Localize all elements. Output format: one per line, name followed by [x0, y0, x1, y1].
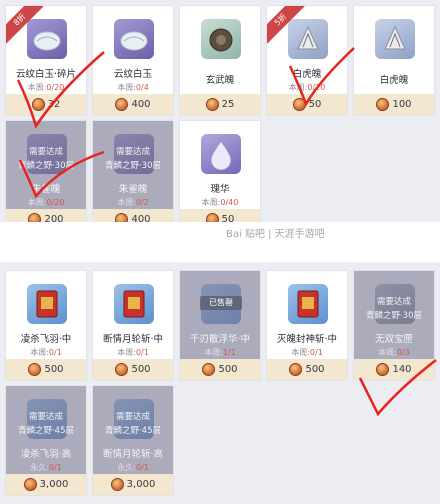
purchase-limit: 本周:0/20 [27, 83, 65, 92]
purchase-limit: 本周:1/1 [204, 348, 236, 357]
purchase-limit: 永久:0/1 [117, 463, 149, 472]
purchase-limit: 本周:0/2 [117, 198, 149, 207]
shop-item-card-locked[interactable]: 需要达成 青麟之野·30层 朱雀魄 本周:0/2 400 [92, 120, 174, 231]
coin-icon [376, 363, 390, 376]
price-value: 500 [44, 364, 64, 375]
price-value: 32 [47, 99, 61, 110]
item-name: 朱雀魄 [118, 184, 148, 195]
shop-item-card-sold-out[interactable]: 已售罄 千刃散浮华·中 本周:1/1 500 [179, 270, 261, 381]
watermark: Bai 贴吧 | 天涯手游吧 [226, 229, 325, 240]
item-name: 白虎魄 [379, 75, 409, 86]
shop-item-card[interactable]: 8折 云纹白玉·碎片 本周:0/20 32 [5, 5, 87, 116]
shop-item-card[interactable]: 凌杀飞羽·中 本周:0/1 500 [5, 270, 87, 381]
purchase-limit: 本周:0/40 [201, 198, 239, 207]
shop-item-card[interactable]: 白虎魄 100 [353, 5, 435, 116]
item-name: 千刃散浮华·中 [189, 334, 251, 345]
purchase-limit: 本周:0/1 [30, 348, 62, 357]
purchase-limit: 永久:0/1 [30, 463, 62, 472]
price-bar: 32 [6, 94, 86, 115]
purchase-limit: 本周:0/3 [378, 348, 410, 357]
unlock-requirement: 需要达成 青麟之野·45层 [104, 412, 162, 436]
shop-item-card[interactable]: 灭魄封神斩·中 本周:0/1 500 [266, 270, 348, 381]
coin-icon [31, 98, 45, 111]
item-name: 玄武魄 [205, 75, 235, 86]
shop-item-card[interactable]: 云纹白玉 本周:0/4 400 [92, 5, 174, 116]
shop-item-card-locked[interactable]: 需要达成 青麟之野·45层 凌杀飞羽·高 永久:0/1 3,000 [5, 385, 87, 496]
price-value: 400 [131, 99, 151, 110]
tiger-soul-icon [375, 19, 415, 59]
item-name: 云纹白玉 [113, 69, 152, 80]
price-value: 500 [218, 364, 238, 375]
item-name: 断情月轮斩·中 [102, 334, 164, 345]
item-name: 朱雀魄 [31, 184, 61, 195]
price-value: 25 [221, 99, 235, 110]
sold-out-overlay [180, 271, 260, 359]
shop-item-card[interactable]: 断情月轮斩·中 本周:0/1 500 [92, 270, 174, 381]
coin-icon [28, 363, 42, 376]
price-bar: 400 [93, 94, 173, 115]
item-name: 凌杀飞羽·高 [20, 449, 72, 460]
item-name: 凌杀飞羽·中 [20, 334, 72, 345]
tortoise-soul-icon [201, 19, 241, 59]
unlock-requirement: 需要达成 青麟之野·30层 [17, 147, 75, 171]
coin-icon [23, 478, 37, 491]
unlock-requirement: 需要达成 青麟之野·30层 [365, 297, 423, 321]
price-value: 140 [392, 364, 412, 375]
jade-shard-icon [27, 19, 67, 59]
purchase-limit: 本周:0/1 [291, 348, 323, 357]
droplet-icon [201, 134, 241, 174]
purchase-limit: 本周:0/20 [288, 83, 326, 92]
purchase-limit: 本周:0/4 [117, 83, 149, 92]
book-icon [288, 284, 328, 324]
item-name: 断情月轮斩·高 [102, 449, 164, 460]
price-value: 500 [305, 364, 325, 375]
price-value: 50 [308, 99, 322, 110]
item-name: 云纹白玉·碎片 [15, 69, 77, 80]
shop-item-card[interactable]: 5折 白虎魄 本周:0/20 50 [266, 5, 348, 116]
unlock-requirement: 需要达成 青麟之野·30层 [104, 147, 162, 171]
price-bar: 140 [354, 359, 434, 380]
sold-out-tag: 已售罄 [200, 296, 242, 310]
shop-item-card-locked[interactable]: 需要达成 青麟之野·30层 朱雀魄 本周:0/20 200 [5, 120, 87, 231]
unlock-requirement: 需要达成 青麟之野·45层 [17, 412, 75, 436]
price-bar: 3,000 [6, 474, 86, 495]
coin-icon [115, 363, 129, 376]
shop-item-card[interactable]: 瑰华 本周:0/40 50 [179, 120, 261, 231]
price-value: 100 [392, 99, 412, 110]
price-bar: 500 [180, 359, 260, 380]
book-icon [114, 284, 154, 324]
price-bar: 3,000 [93, 474, 173, 495]
item-name: 白虎魄 [292, 69, 322, 80]
coin-icon [292, 98, 306, 111]
price-value: 3,000 [39, 479, 69, 490]
price-bar: 500 [93, 359, 173, 380]
item-name: 瑰华 [210, 184, 230, 195]
coin-icon [205, 98, 219, 111]
price-value: 500 [131, 364, 151, 375]
price-bar: 100 [354, 94, 434, 115]
price-value: 3,000 [126, 479, 156, 490]
purchase-limit: 本周:0/20 [27, 198, 65, 207]
shop-panel-top: 8折 云纹白玉·碎片 本周:0/20 32 云纹白玉 本周:0/4 400 玄武… [0, 0, 440, 231]
tiger-soul-icon [288, 19, 328, 59]
coin-icon [115, 98, 129, 111]
item-name: 无双宝匣 [374, 334, 413, 345]
separator-gap [0, 222, 440, 262]
coin-icon [110, 478, 124, 491]
shop-item-card[interactable]: 玄武魄 25 [179, 5, 261, 116]
coin-icon [289, 363, 303, 376]
price-bar: 500 [6, 359, 86, 380]
shop-panel-bottom: 凌杀飞羽·中 本周:0/1 500 断情月轮斩·中 本周:0/1 500 已售罄… [0, 262, 440, 504]
jade-shard-icon [114, 19, 154, 59]
shop-item-card-locked[interactable]: 需要达成 青麟之野·45层 断情月轮斩·高 永久:0/1 3,000 [92, 385, 174, 496]
book-icon [27, 284, 67, 324]
shop-item-card-locked[interactable]: 需要达成 青麟之野·30层 无双宝匣 本周:0/3 140 [353, 270, 435, 381]
price-bar: 25 [180, 94, 260, 115]
purchase-limit: 本周:0/1 [117, 348, 149, 357]
item-name: 灭魄封神斩·中 [276, 334, 338, 345]
coin-icon [202, 363, 216, 376]
coin-icon [376, 98, 390, 111]
price-bar: 500 [267, 359, 347, 380]
price-bar: 50 [267, 94, 347, 115]
